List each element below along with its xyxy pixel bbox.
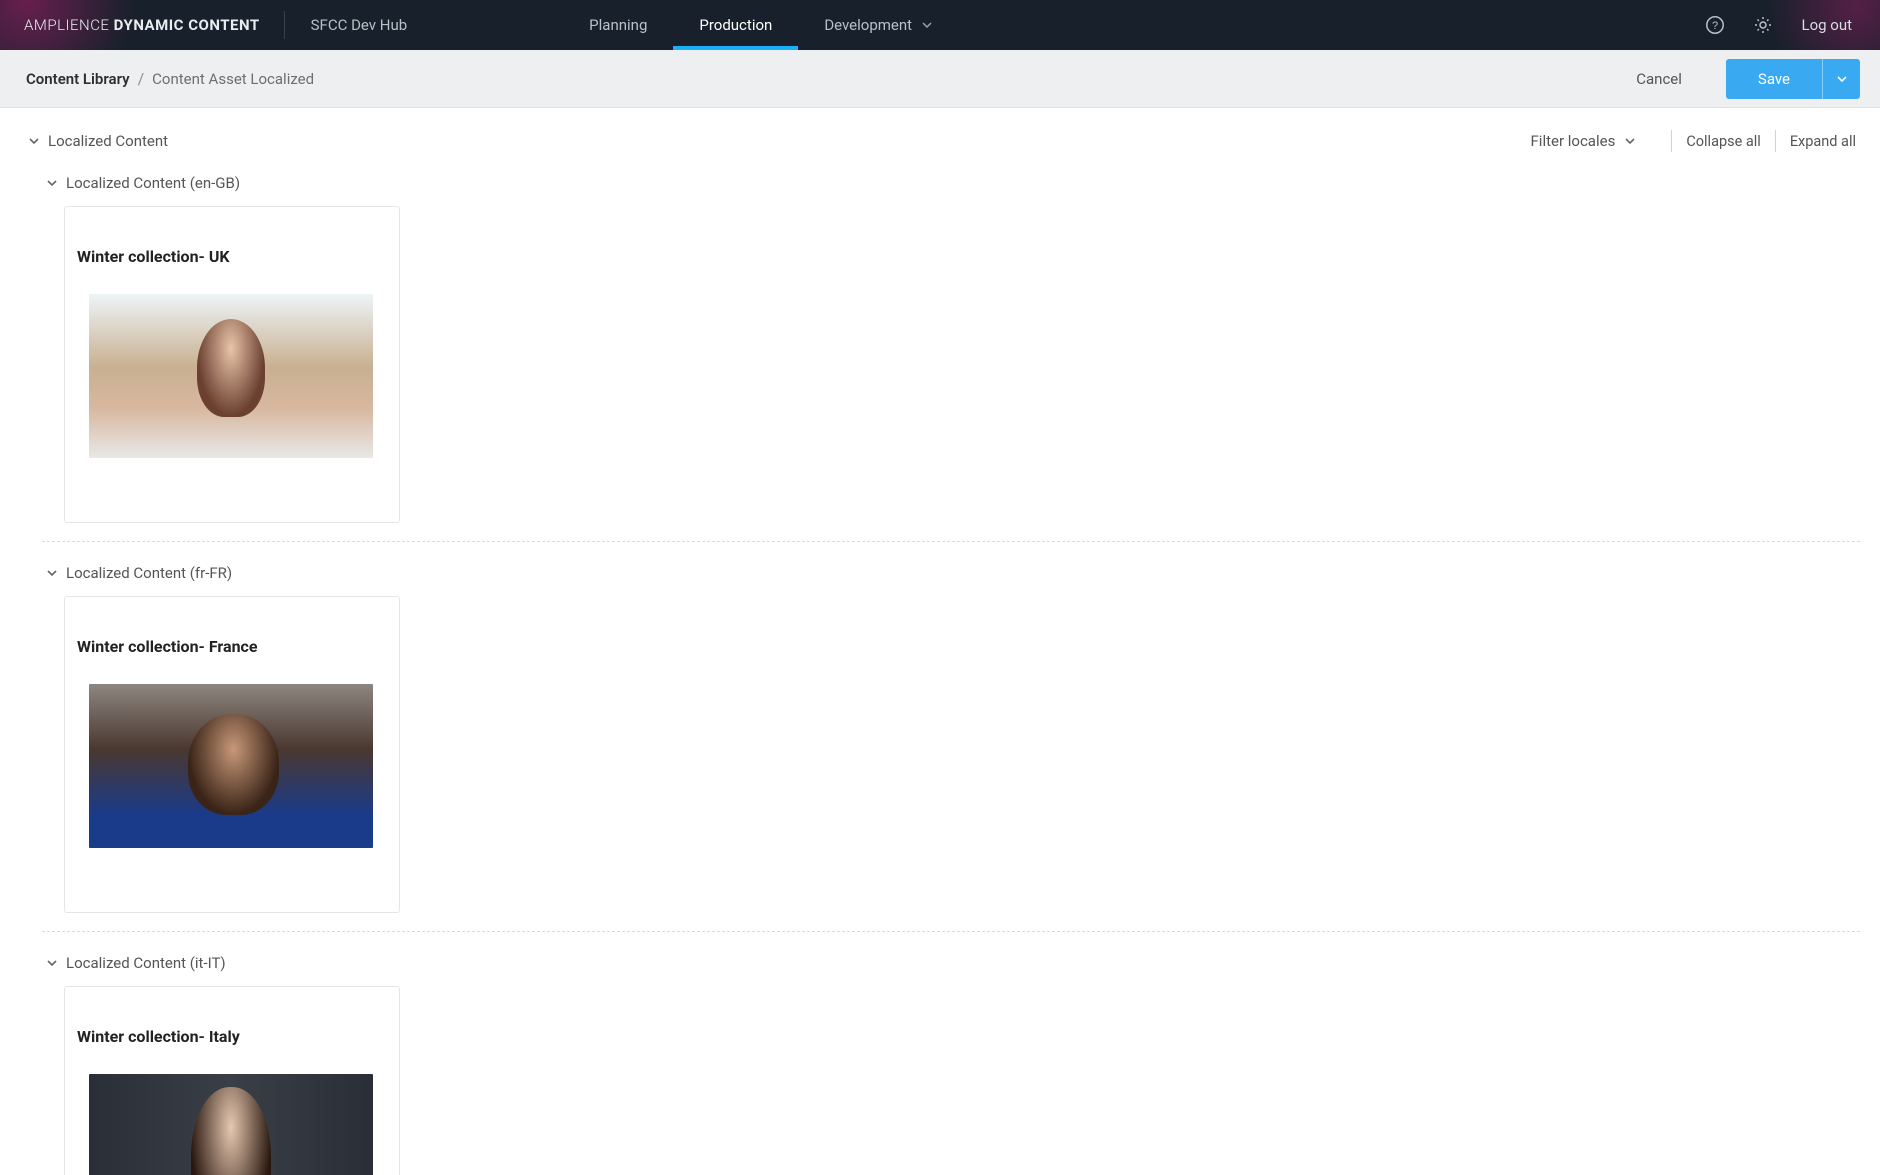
svg-text:?: ? bbox=[1712, 20, 1718, 32]
locale-toggle-en-gb[interactable]: Localized Content (en-GB) bbox=[42, 166, 1870, 200]
filter-locales-dropdown[interactable]: Filter locales bbox=[1531, 132, 1636, 150]
locale-header-label: Localized Content (it-IT) bbox=[66, 954, 226, 972]
tab-planning[interactable]: Planning bbox=[563, 0, 673, 50]
chevron-down-icon bbox=[46, 179, 58, 187]
breadcrumb-separator: / bbox=[138, 69, 145, 88]
collapse-all-button[interactable]: Collapse all bbox=[1686, 133, 1761, 150]
brand-bold: DYNAMIC CONTENT bbox=[114, 16, 260, 34]
top-nav: AMPLIENCE DYNAMIC CONTENT SFCC Dev Hub P… bbox=[0, 0, 1880, 50]
breadcrumb-bar: Content Library / Content Asset Localize… bbox=[0, 50, 1880, 108]
section-toggle-root[interactable]: Localized Content bbox=[20, 126, 176, 156]
save-button[interactable]: Save bbox=[1726, 59, 1822, 99]
content-card[interactable]: Winter collection- UK bbox=[64, 206, 400, 523]
tab-production[interactable]: Production bbox=[673, 0, 798, 50]
top-actions: ? Log out bbox=[1677, 15, 1880, 35]
help-icon[interactable]: ? bbox=[1705, 15, 1725, 35]
breadcrumb-current: Content Asset Localized bbox=[152, 70, 314, 88]
cancel-button[interactable]: Cancel bbox=[1616, 60, 1702, 98]
divider bbox=[1671, 130, 1672, 152]
chevron-down-icon bbox=[46, 569, 58, 577]
content-toolbar: Localized Content Filter locales Collaps… bbox=[20, 126, 1870, 156]
section-root-label: Localized Content bbox=[48, 132, 168, 150]
tab-development-label: Development bbox=[824, 16, 912, 34]
brand-logo: AMPLIENCE DYNAMIC CONTENT bbox=[0, 16, 284, 34]
caret-down-icon bbox=[1625, 138, 1635, 144]
tab-production-label: Production bbox=[699, 16, 772, 34]
logout-link[interactable]: Log out bbox=[1801, 16, 1852, 34]
brand-light: AMPLIENCE bbox=[24, 16, 114, 34]
chevron-down-icon bbox=[46, 959, 58, 967]
content-card[interactable]: Winter collection- France bbox=[64, 596, 400, 913]
settings-gear-icon[interactable] bbox=[1753, 15, 1773, 35]
content-card[interactable]: Winter collection- Italy bbox=[64, 986, 400, 1175]
locale-block-en-gb: Localized Content (en-GB) Winter collect… bbox=[42, 166, 1870, 523]
card-thumbnail bbox=[89, 684, 373, 848]
tab-planning-label: Planning bbox=[589, 16, 647, 34]
card-thumbnail bbox=[89, 1074, 373, 1175]
save-dropdown-button[interactable] bbox=[1822, 59, 1860, 99]
divider bbox=[1775, 130, 1776, 152]
expand-all-button[interactable]: Expand all bbox=[1790, 133, 1856, 150]
breadcrumb-root[interactable]: Content Library bbox=[26, 70, 130, 88]
chevron-down-icon bbox=[28, 137, 40, 145]
card-title: Winter collection- France bbox=[77, 637, 387, 656]
section-separator bbox=[42, 931, 1860, 932]
locale-toggle-fr-fr[interactable]: Localized Content (fr-FR) bbox=[42, 556, 1870, 590]
locale-header-label: Localized Content (en-GB) bbox=[66, 174, 240, 192]
card-title: Winter collection- Italy bbox=[77, 1027, 387, 1046]
locale-toggle-it-it[interactable]: Localized Content (it-IT) bbox=[42, 946, 1870, 980]
caret-down-icon bbox=[922, 22, 932, 28]
filter-locales-label: Filter locales bbox=[1531, 132, 1616, 150]
hub-name[interactable]: SFCC Dev Hub bbox=[285, 16, 434, 34]
tab-development[interactable]: Development bbox=[798, 0, 958, 50]
locale-block-it-it: Localized Content (it-IT) Winter collect… bbox=[42, 946, 1870, 1175]
save-button-group: Save bbox=[1726, 59, 1860, 99]
main-content[interactable]: Localized Content Filter locales Collaps… bbox=[0, 108, 1880, 1175]
section-separator bbox=[42, 541, 1860, 542]
locale-header-label: Localized Content (fr-FR) bbox=[66, 564, 232, 582]
card-title: Winter collection- UK bbox=[77, 247, 387, 266]
nav-tabs: Planning Production Development bbox=[563, 0, 958, 50]
card-thumbnail bbox=[89, 294, 373, 458]
locale-block-fr-fr: Localized Content (fr-FR) Winter collect… bbox=[42, 556, 1870, 913]
